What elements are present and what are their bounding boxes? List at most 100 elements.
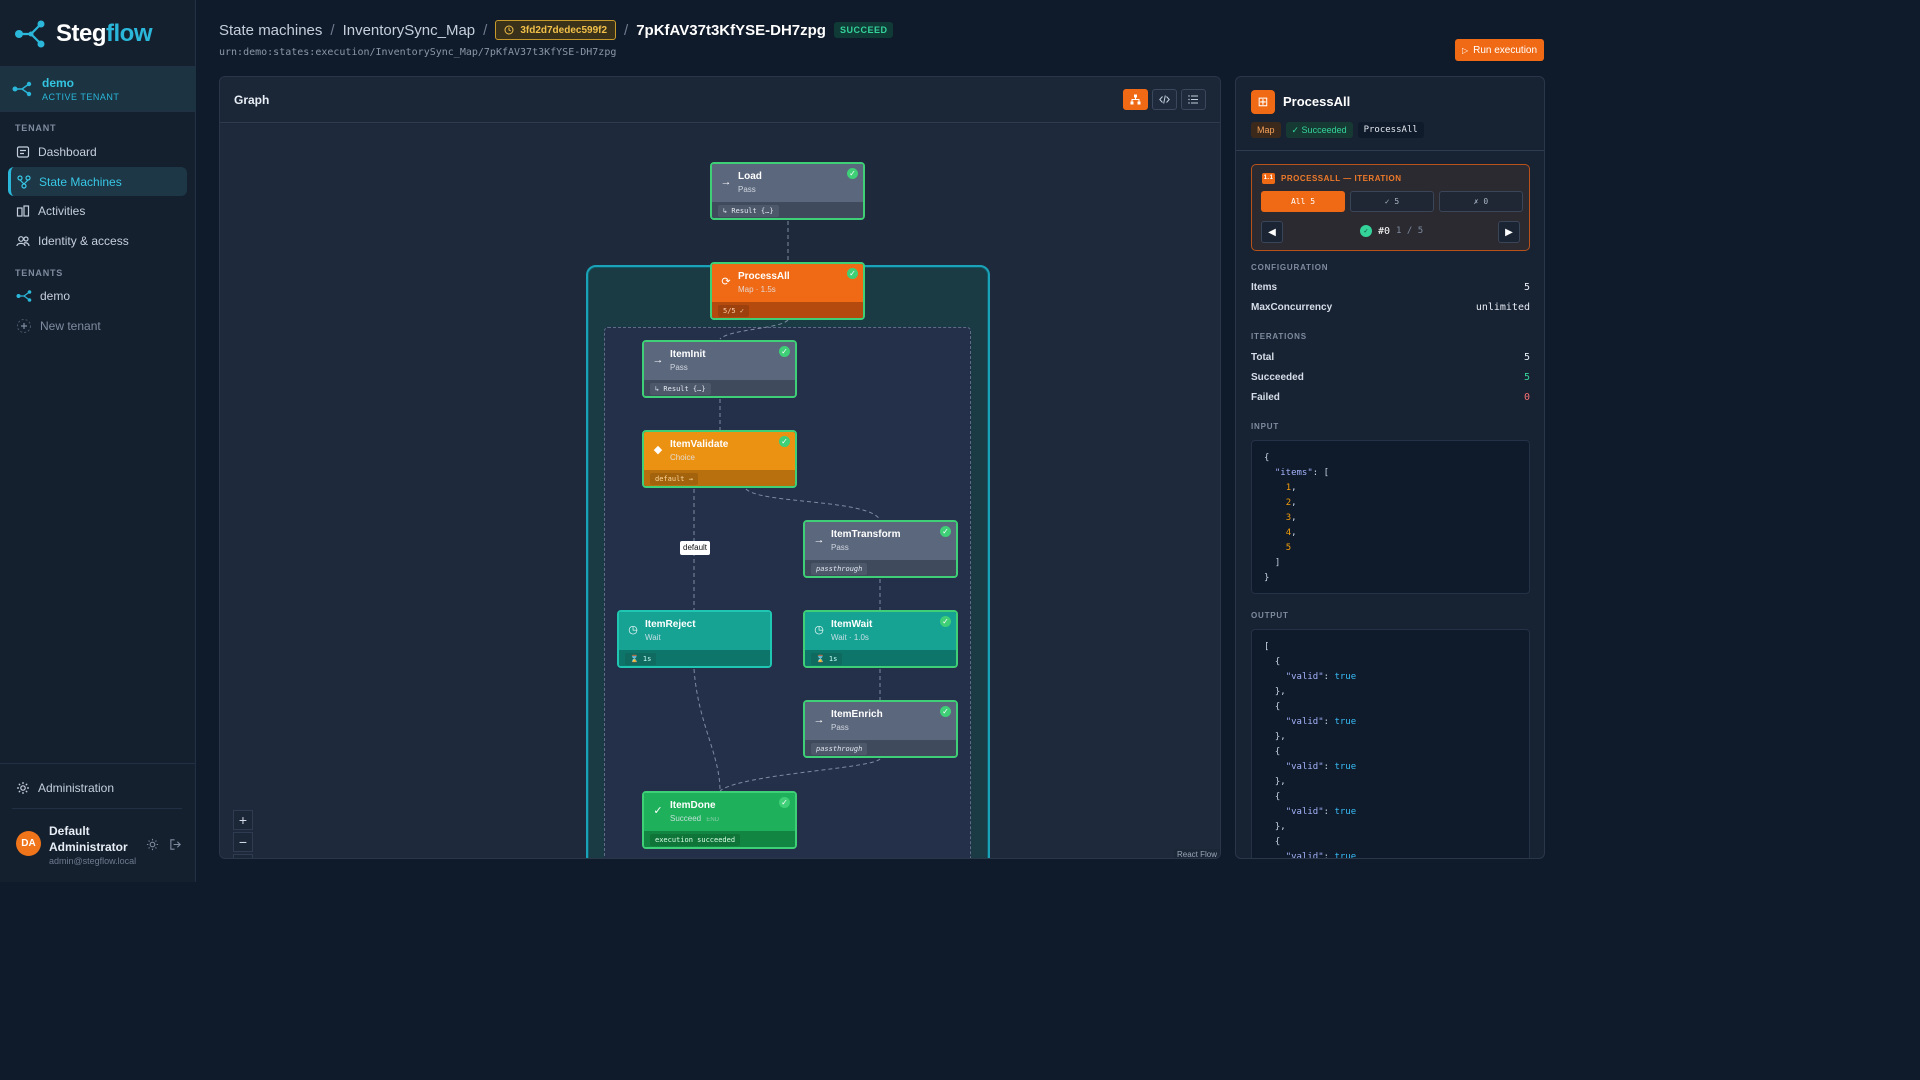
filter-all-button[interactable]: All 5	[1261, 191, 1345, 212]
current-iteration: ✓ #0 1 / 5	[1360, 225, 1423, 237]
sidebar-item-dashboard[interactable]: Dashboard	[8, 137, 187, 166]
flow-canvas[interactable]: default → Load Pass ✓ ↳ Result {…} ⟳ Pro…	[220, 124, 1220, 858]
administration-link[interactable]: Administration	[8, 773, 187, 802]
crumb-state-machines[interactable]: State machines	[219, 22, 322, 39]
plus-circle-icon	[17, 318, 31, 333]
check-icon: ✓	[940, 526, 951, 537]
node-processall[interactable]: ⟳ ProcessAll Map · 1.5s ✓ 5/5 ✓	[710, 262, 865, 320]
node-chip: passthrough	[811, 563, 868, 575]
success-dot-icon: ✓	[1360, 225, 1372, 237]
app-name: Stegflow	[56, 20, 153, 47]
clock-icon	[504, 25, 514, 35]
sidebar-item-label: State Machines	[39, 174, 122, 189]
node-chip: ↳ Result {…}	[718, 205, 779, 217]
divider	[12, 808, 182, 809]
state-name-tag: ProcessAll	[1357, 122, 1424, 138]
timer-icon: ◷	[814, 624, 824, 636]
app-logo[interactable]: Stegflow	[14, 18, 153, 50]
edge-itemenrich-itemdone	[719, 758, 881, 792]
node-name: Load	[738, 171, 762, 182]
arrow-right-icon: →	[813, 714, 825, 726]
prev-iteration-button[interactable]: ◀	[1261, 221, 1283, 243]
node-itemreject[interactable]: ◷ ItemReject Wait ⌛ 1s	[617, 610, 772, 668]
iterations-row: Failed 0	[1251, 392, 1530, 403]
check-icon: ✓	[847, 168, 858, 179]
zoom-in-button[interactable]: +	[233, 810, 253, 830]
breadcrumb: State machines / InventorySync_Map / 3fd…	[219, 20, 894, 40]
arrow-right-icon: →	[813, 534, 825, 546]
node-itemvalidate[interactable]: ◆ ItemValidate Choice ✓ default →	[642, 430, 797, 488]
node-iteminit[interactable]: → ItemInit Pass ✓ ↳ Result {…}	[642, 340, 797, 398]
tenant-item-label: demo	[40, 288, 71, 303]
node-chip: ⌛ 1s	[625, 653, 657, 665]
tenant-subtitle: ACTIVE TENANT	[42, 92, 120, 102]
check-icon: ✓	[940, 706, 951, 717]
input-json[interactable]: { "items": [ 1, 2, 3, 4, 5 ] }	[1251, 440, 1530, 594]
graph-title: Graph	[234, 93, 270, 107]
config-row: MaxConcurrency unlimited	[1251, 302, 1530, 313]
state-type-tag: Map	[1251, 122, 1281, 138]
node-name: ItemReject	[645, 619, 696, 630]
node-type: Choice	[670, 453, 695, 462]
node-itemenrich[interactable]: → ItemEnrich Pass ✓ passthrough	[803, 700, 958, 758]
react-flow-attribution[interactable]: React Flow	[1173, 849, 1220, 858]
node-itemdone[interactable]: ✓ ItemDone Succeed END ✓ execution succe…	[642, 791, 797, 849]
list-icon	[1188, 95, 1198, 104]
active-tenant[interactable]: demo ACTIVE TENANT	[0, 66, 196, 112]
iterations-row: Succeeded 5	[1251, 372, 1530, 383]
stegflow-logo-icon	[15, 20, 45, 48]
section-iterations: ITERATIONS	[1251, 332, 1307, 341]
new-tenant-label: New tenant	[40, 318, 101, 333]
view-graph-button[interactable]	[1123, 89, 1148, 110]
node-itemwait[interactable]: ◷ ItemWait Wait · 1.0s ✓ ⌛ 1s	[803, 610, 958, 668]
section-configuration: CONFIGURATION	[1251, 263, 1329, 272]
output-json[interactable]: [ { "valid": true }, { "valid": true }, …	[1251, 629, 1530, 858]
edge-label-default: default	[680, 541, 711, 555]
timer-icon: ◷	[628, 624, 638, 636]
sidebar-item-label: Dashboard	[38, 144, 97, 159]
avatar[interactable]: DA	[16, 831, 41, 856]
next-iteration-button[interactable]: ▶	[1498, 221, 1520, 243]
activities-icon	[16, 204, 30, 217]
filter-succeeded-button[interactable]: ✓ 5	[1350, 191, 1434, 212]
zoom-out-button[interactable]: −	[233, 832, 253, 852]
node-load[interactable]: → Load Pass ✓ ↳ Result {…}	[710, 162, 865, 220]
check-icon: ✓	[847, 268, 858, 279]
tenant-item-demo[interactable]: demo	[8, 281, 187, 310]
node-name: ItemTransform	[831, 529, 901, 540]
sidebar-item-state-machines[interactable]: State Machines	[8, 167, 187, 196]
sidebar-item-identity[interactable]: Identity & access	[8, 226, 187, 255]
edge-itemreject-itemdone	[693, 668, 721, 792]
run-execution-button[interactable]: ▷ Run execution	[1455, 39, 1544, 61]
details-panel: ⊞ ProcessAll Map ✓ Succeeded ProcessAll …	[1235, 76, 1545, 859]
end-badge: END	[706, 817, 720, 823]
check-mark-icon: ✓	[653, 805, 663, 817]
node-name: ItemWait	[831, 619, 873, 630]
user-actions	[146, 838, 182, 851]
node-itemtransform[interactable]: → ItemTransform Pass ✓ passthrough	[803, 520, 958, 578]
filter-failed-button[interactable]: ✗ 0	[1439, 191, 1523, 212]
view-code-button[interactable]	[1152, 89, 1177, 110]
section-tenant: TENANT	[15, 123, 57, 133]
graph-panel: Graph default → Load Pass ✓ ↳ Result {…}…	[219, 76, 1221, 859]
new-tenant-button[interactable]: New tenant	[8, 311, 187, 340]
graph-view-icon	[1130, 94, 1141, 105]
logout-icon[interactable]	[169, 838, 182, 851]
details-title: ProcessAll	[1283, 94, 1351, 109]
edge-itemvalidate-itemtransform	[745, 488, 881, 521]
tenant-icon	[16, 289, 32, 302]
view-list-button[interactable]	[1181, 89, 1206, 110]
check-icon: ✓	[779, 436, 790, 447]
section-output: OUTPUT	[1251, 611, 1289, 620]
version-hash-chip[interactable]: 3fd2d7dedec599f2	[495, 20, 617, 40]
crumb-separator: /	[483, 21, 488, 39]
check-icon: ✓	[779, 346, 790, 357]
sidebar-item-activities[interactable]: Activities	[8, 196, 187, 225]
fit-view-button[interactable]	[233, 854, 253, 858]
theme-toggle-icon[interactable]	[146, 838, 159, 851]
diamond-icon: ◆	[653, 444, 663, 456]
crumb-machine[interactable]: InventorySync_Map	[343, 22, 476, 39]
edge-processall-iteminit	[719, 319, 789, 340]
node-chip: default →	[650, 473, 698, 485]
execution-urn: urn:demo:states:execution/InventorySync_…	[219, 47, 617, 58]
